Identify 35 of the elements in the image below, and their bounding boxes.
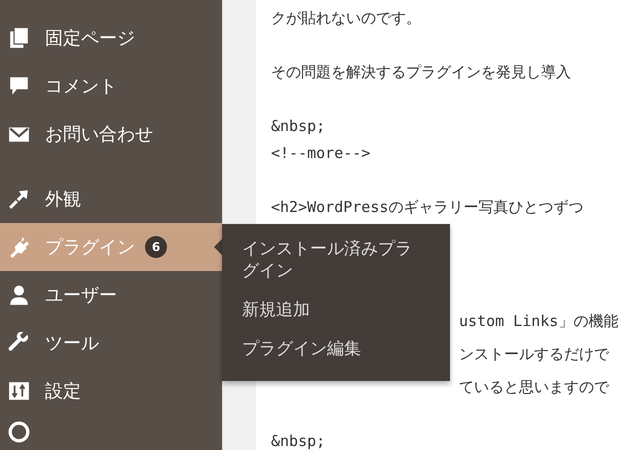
code-line: クが貼れないのです。 — [271, 9, 421, 27]
submenu-item[interactable]: インストール済みプラグイン — [242, 238, 420, 282]
sidebar-item[interactable]: 設定 — [0, 367, 222, 415]
sidebar-item[interactable]: 外観 — [0, 175, 222, 223]
count-badge: 6 — [145, 236, 167, 258]
sidebar-item[interactable]: コメント — [0, 62, 222, 110]
sidebar-item-label: ユーザー — [45, 284, 117, 307]
pages-icon — [8, 27, 30, 49]
sidebar-item-label: プラグイン — [45, 236, 135, 259]
speech-bubble-icon — [8, 75, 30, 97]
sidebar-item[interactable]: ユーザー — [0, 271, 222, 319]
code-line: &nbsp; — [271, 432, 326, 450]
sidebar-item-label: 設定 — [45, 380, 81, 403]
code-line: ていると思いますので — [459, 378, 609, 396]
sidebar-item[interactable]: お問い合わせ — [0, 110, 222, 158]
code-line: <!--more--> — [271, 144, 370, 162]
sidebar-item[interactable]: 固定ページ — [0, 14, 222, 62]
code-line: ustom Links」の機能 — [459, 312, 618, 330]
sidebar-item-label: お問い合わせ — [45, 123, 153, 146]
user-icon — [8, 284, 30, 306]
submenu-item[interactable]: 新規追加 — [242, 299, 420, 321]
sidebar-item-label: 固定ページ — [45, 27, 135, 50]
code-line: <h2>WordPressのギャラリー写真ひとつずつ — [271, 198, 584, 216]
code-line: その問題を解決するプラグインを発見し導入 — [271, 63, 571, 81]
plug-icon — [8, 236, 30, 258]
sidebar-item[interactable]: プラグイン 6 — [0, 223, 222, 271]
sidebar-item[interactable]: ツール — [0, 319, 222, 367]
code-line: &nbsp; — [271, 117, 326, 135]
sidebar-item-label: 外観 — [45, 188, 81, 211]
sidebar-item-label: コメント — [45, 75, 117, 98]
sliders-icon — [8, 380, 30, 402]
circle-icon — [8, 421, 30, 443]
sidebar-item-label: ツール — [45, 332, 99, 355]
submenu-item[interactable]: プラグイン編集 — [242, 338, 420, 360]
code-line: ンストールするだけで — [459, 345, 609, 363]
